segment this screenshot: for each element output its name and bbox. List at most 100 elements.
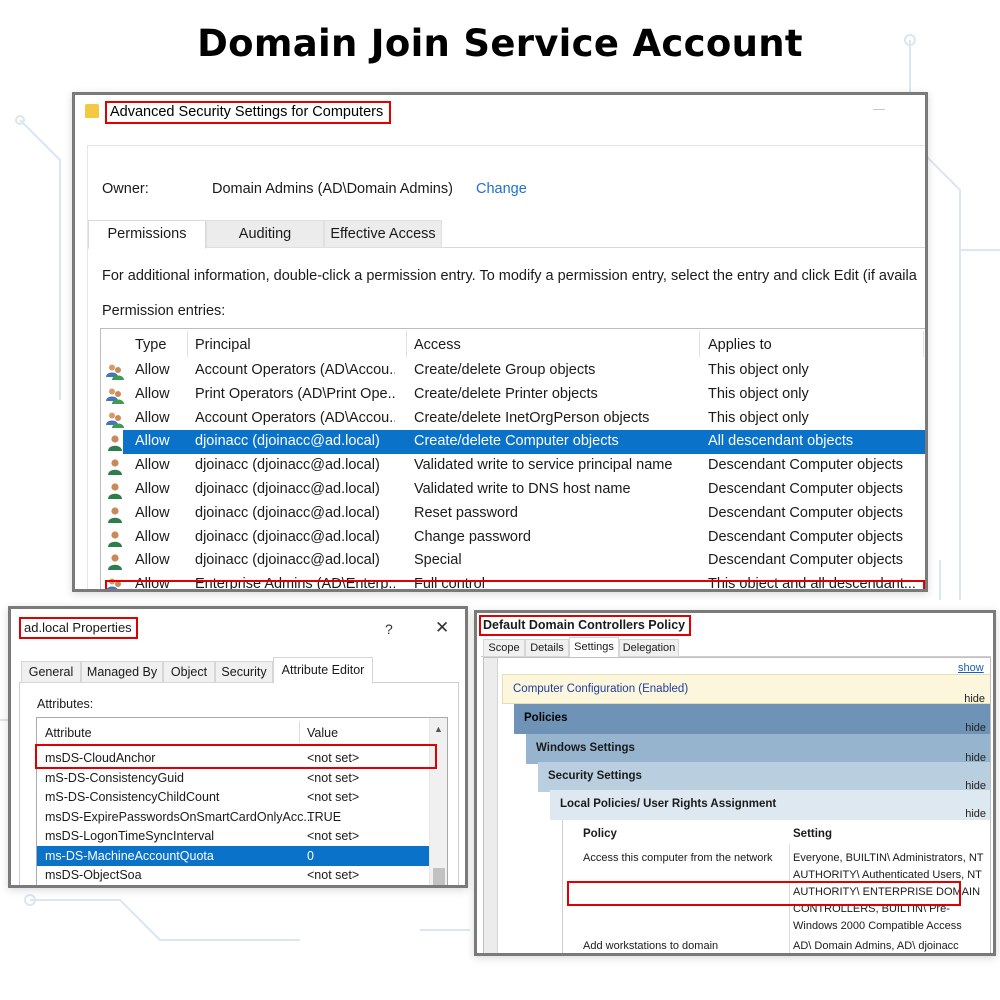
entry-applies-to: This object only — [708, 385, 809, 402]
attribute-editor-panel: Attributes: Attribute Value msDS-CloudAn… — [19, 683, 459, 885]
permission-entry-row[interactable]: Allow djoinacc (djoinacc@ad.local) Reset p… — [101, 502, 925, 526]
permission-entry-row[interactable]: Allow djoinacc (djoinacc@ad.local) Create/… — [108, 430, 925, 455]
entry-principal: djoinacc (djoinacc@ad.local) — [195, 552, 380, 569]
section-policies[interactable]: Policies hide — [514, 704, 990, 734]
window-title: ad.local Properties — [19, 617, 138, 639]
advanced-security-settings-window: Advanced Security Settings for Computers… — [72, 92, 928, 592]
owner-label: Owner: — [102, 181, 149, 197]
attributes-list: Attribute Value msDS-CloudAnchor <not set… — [36, 717, 448, 885]
user-icon — [106, 506, 124, 523]
attribute-row[interactable]: mS-DS-ConsistencyChildCount <not set> — [37, 787, 429, 807]
policy-name: Access this computer from the network — [583, 852, 773, 864]
attribute-name: mS-DS-ConsistencyGuid — [45, 770, 184, 785]
column-header-type[interactable]: Type — [135, 337, 166, 353]
window-title: Advanced Security Settings for Computers — [105, 101, 392, 124]
entry-applies-to: This object only — [708, 409, 809, 426]
permission-entry-row[interactable]: Allow djoinacc (djoinacc@ad.local) Validat… — [101, 454, 925, 478]
group-icon — [106, 387, 124, 404]
permission-entry-row[interactable]: Allow Account Operators (AD\Accou... Creat… — [101, 407, 925, 431]
attribute-name: mS-DS-ConsistencyChildCount — [45, 790, 220, 804]
tab-security[interactable]: Security — [215, 661, 273, 683]
user-icon — [106, 434, 124, 452]
tab-details[interactable]: Details — [525, 639, 569, 657]
entry-type: Allow — [135, 552, 170, 569]
attribute-row[interactable]: mS-DS-ConsistencyGuid <not set> — [37, 768, 429, 788]
ad-local-properties-window: ad.local Properties ? ✕ General Managed … — [8, 606, 468, 888]
column-header-applies-to[interactable]: Applies to — [708, 337, 772, 353]
close-icon[interactable]: ✕ — [435, 618, 449, 638]
entry-type: Allow — [135, 528, 170, 545]
tab-object[interactable]: Object — [163, 661, 215, 683]
entry-access: Validated write to service principal nam… — [414, 457, 673, 474]
attribute-name: ms-DS-MachineAccountQuota — [45, 848, 214, 863]
attributes-label: Attributes: — [37, 697, 94, 711]
tab-auditing[interactable]: Auditing — [206, 220, 324, 248]
policy-tabs: Scope Details Settings Delegation — [481, 637, 991, 658]
list-header: Type Principal Access Applies to — [101, 329, 925, 359]
attribute-row[interactable]: msDS-ObjectSoa <not set> — [37, 865, 429, 885]
permission-entry-row[interactable]: Allow Account Operators (AD\Accou... Creat… — [101, 359, 925, 383]
entry-applies-to: All descendant objects — [708, 433, 854, 450]
tab-managed-by[interactable]: Managed By — [81, 661, 163, 683]
help-button[interactable]: ? — [385, 621, 393, 637]
entry-access: Reset password — [414, 504, 518, 521]
default-domain-controllers-policy-window: Default Domain Controllers Policy Scope … — [474, 610, 996, 956]
attribute-value: <not set> — [307, 829, 360, 843]
window-title: Default Domain Controllers Policy — [479, 615, 692, 636]
tab-delegation[interactable]: Delegation — [619, 639, 679, 657]
section-security-settings[interactable]: Security Settings hide — [538, 762, 990, 792]
security-panel: Owner: Domain Admins (AD\Domain Admins) … — [87, 145, 925, 589]
minimize-button[interactable] — [873, 109, 885, 110]
permission-entry-row[interactable]: Allow djoinacc (djoinacc@ad.local) Special… — [101, 549, 925, 573]
section-computer-configuration[interactable]: Computer Configuration (Enabled) hide — [502, 674, 990, 705]
scroll-up-icon[interactable]: ▲ — [434, 724, 443, 734]
tab-general[interactable]: General — [21, 661, 81, 683]
settings-report: show Computer Configuration (Enabled) hi… — [483, 657, 991, 953]
highlight-machine-account-quota — [35, 744, 437, 769]
entry-type: Allow — [135, 457, 170, 474]
highlight-djoinacc-entries — [105, 580, 925, 589]
attribute-value: <not set> — [307, 770, 360, 785]
entry-access: Create/delete Printer objects — [414, 385, 598, 402]
tab-attribute-editor[interactable]: Attribute Editor — [273, 657, 373, 684]
column-header-value[interactable]: Value — [307, 726, 338, 740]
attribute-row[interactable]: msDS-LogonTimeSyncInterval <not set> — [37, 826, 429, 846]
entry-principal: djoinacc (djoinacc@ad.local) — [195, 433, 380, 450]
tab-permissions[interactable]: Permissions — [88, 220, 206, 249]
show-link[interactable]: show — [958, 662, 984, 674]
attribute-name: msDS-ObjectSoa — [45, 868, 142, 882]
permission-entry-row[interactable]: Allow djoinacc (djoinacc@ad.local) Validat… — [101, 478, 925, 502]
section-user-rights-assignment[interactable]: Local Policies/ User Rights Assignment h… — [550, 790, 990, 820]
tab-scope[interactable]: Scope — [483, 639, 525, 657]
tab-effective-access[interactable]: Effective Access — [324, 220, 442, 248]
report-scrollbar[interactable] — [484, 658, 498, 953]
tab-settings[interactable]: Settings — [569, 637, 619, 658]
hide-link[interactable]: hide — [965, 722, 986, 734]
attribute-name: msDS-LogonTimeSyncInterval — [45, 829, 215, 843]
attribute-row[interactable]: msDS-ExpirePasswordsOnSmartCardOnlyAcc..… — [37, 807, 429, 827]
change-owner-link[interactable]: Change — [476, 181, 527, 197]
attribute-name: msDS-ExpirePasswordsOnSmartCardOnlyAcc..… — [45, 809, 314, 824]
entry-type: Allow — [135, 433, 170, 450]
entry-access: Create/delete InetOrgPerson objects — [414, 409, 650, 426]
policy-setting: AD\ Domain Admins, AD\ djoinacc — [793, 940, 959, 952]
group-icon — [106, 411, 124, 428]
section-windows-settings[interactable]: Windows Settings hide — [526, 734, 990, 764]
entry-principal: djoinacc (djoinacc@ad.local) — [195, 528, 380, 545]
column-header-access[interactable]: Access — [414, 337, 461, 353]
entry-applies-to: This object only — [708, 362, 809, 378]
column-header-attribute[interactable]: Attribute — [45, 726, 92, 740]
user-icon — [106, 482, 124, 499]
permission-entry-row[interactable]: Allow djoinacc (djoinacc@ad.local) Change … — [101, 526, 925, 550]
column-header-principal[interactable]: Principal — [195, 337, 251, 353]
hide-link[interactable]: hide — [965, 808, 986, 820]
attribute-value: <not set> — [307, 868, 360, 882]
permission-entries-list: Type Principal Access Applies to Allow Ac… — [100, 328, 925, 589]
attribute-row[interactable]: ms-DS-MachineAccountQuota 0 — [37, 845, 429, 866]
list-header: Attribute Value — [37, 718, 429, 746]
permission-entry-row[interactable]: Allow Print Operators (AD\Print Ope... Cre… — [101, 383, 925, 407]
scrollbar-thumb[interactable] — [433, 868, 445, 885]
column-header-policy: Policy — [583, 828, 617, 840]
entry-type: Allow — [135, 409, 170, 426]
entry-principal: Account Operators (AD\Accou... — [195, 362, 395, 378]
